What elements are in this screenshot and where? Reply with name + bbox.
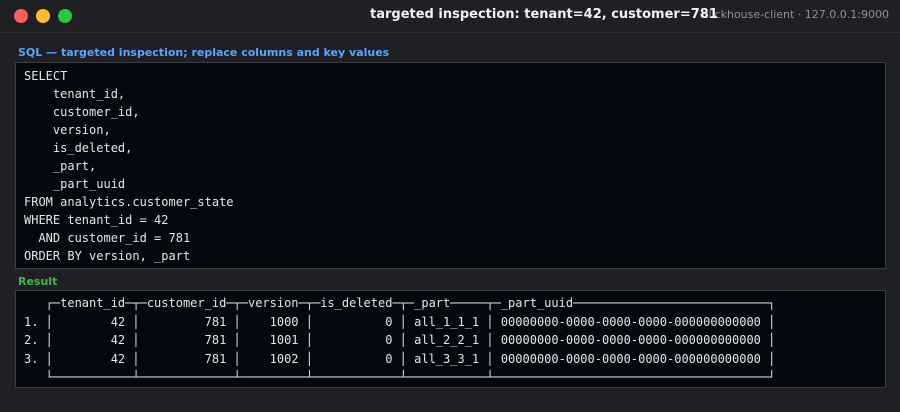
sql-query-text[interactable]: SELECT tenant_id, customer_id, version, … xyxy=(24,67,234,265)
sql-section-label: SQL — targeted inspection; replace colum… xyxy=(18,46,390,59)
title-bar: clickhouse-client · 127.0.0.1:9000 targe… xyxy=(0,0,900,33)
close-window-button[interactable] xyxy=(14,9,28,23)
result-table-text: ┌─tenant_id─┬─customer_id─┬─version─┬─is… xyxy=(24,296,776,384)
result-section-label: Result xyxy=(18,275,58,288)
maximize-window-button[interactable] xyxy=(58,9,72,23)
window-title: targeted inspection: tenant=42, customer… xyxy=(370,7,718,22)
result-output: ┌─tenant_id─┬─customer_id─┬─version─┬─is… xyxy=(15,290,886,388)
sql-editor[interactable]: SELECT tenant_id, customer_id, version, … xyxy=(15,62,886,269)
minimize-window-button[interactable] xyxy=(36,9,50,23)
terminal-window: clickhouse-client · 127.0.0.1:9000 targe… xyxy=(0,0,900,412)
connection-info: clickhouse-client · 127.0.0.1:9000 xyxy=(702,8,889,21)
